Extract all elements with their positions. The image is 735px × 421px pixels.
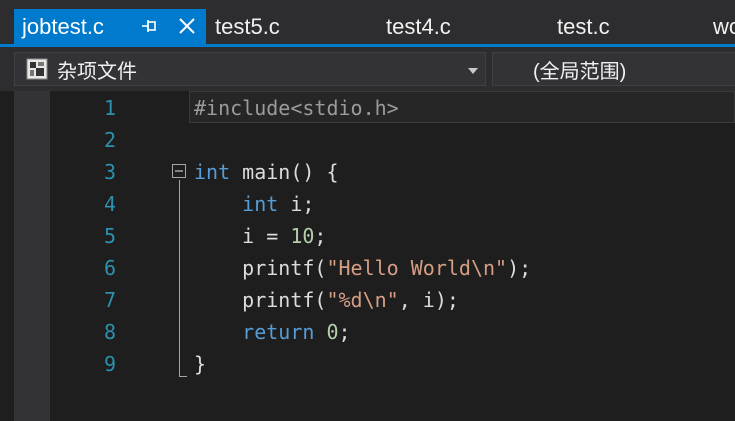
project-scope-dropdown[interactable]: 杂项文件 bbox=[14, 52, 486, 86]
code-text: i = 10; bbox=[194, 220, 326, 252]
code-token: int bbox=[194, 160, 231, 184]
code-line[interactable]: 6 printf("Hello World\n"); bbox=[0, 252, 735, 284]
code-token: printf( bbox=[194, 288, 327, 312]
code-token: i; bbox=[278, 192, 315, 216]
global-scope-label: (全局范围) bbox=[533, 60, 627, 83]
tab-strip: jobtest.c test5.c test4.c test.c wc bbox=[0, 0, 735, 44]
code-token: ; bbox=[338, 320, 351, 344]
code-line[interactable]: 1 #include<stdio.h> bbox=[0, 92, 735, 124]
code-token: 10 bbox=[290, 224, 315, 248]
code-token: #include<stdio.h> bbox=[194, 96, 399, 120]
tab-wc[interactable]: wc bbox=[713, 9, 735, 44]
code-line[interactable]: 5 i = 10; bbox=[0, 220, 735, 252]
code-token: ; bbox=[314, 224, 327, 248]
close-icon[interactable] bbox=[176, 15, 198, 37]
tab-label: test.c bbox=[557, 13, 610, 39]
line-number: 3 bbox=[103, 160, 116, 184]
code-line[interactable]: 7 printf("%d\n", i); bbox=[0, 284, 735, 316]
code-line[interactable]: 2 bbox=[0, 124, 735, 156]
code-editor[interactable]: 1 #include<stdio.h> 2 3 int main() {4 int i;… bbox=[0, 91, 735, 421]
member-scope-dropdown[interactable]: (全局范围) bbox=[492, 52, 735, 86]
pin-icon[interactable] bbox=[140, 17, 158, 35]
tab-jobtest[interactable]: jobtest.c bbox=[14, 9, 206, 44]
line-number: 4 bbox=[103, 192, 116, 216]
tab-test[interactable]: test.c bbox=[557, 9, 610, 44]
code-token: printf( bbox=[194, 256, 327, 280]
code-text: return 0; bbox=[194, 316, 351, 348]
line-number: 8 bbox=[103, 320, 116, 344]
code-text: printf("Hello World\n"); bbox=[194, 252, 531, 284]
tab-label: test5.c bbox=[215, 13, 280, 39]
code-line[interactable]: 3 int main() { bbox=[0, 156, 735, 188]
code-token: 0 bbox=[326, 320, 339, 344]
code-token: } bbox=[194, 352, 207, 376]
code-token: "%d\n" bbox=[326, 288, 399, 312]
code-token: return bbox=[242, 320, 315, 344]
code-token: "Hello World\n" bbox=[326, 256, 508, 280]
code-text: } bbox=[194, 348, 206, 380]
code-token: main() { bbox=[230, 160, 339, 184]
line-number: 1 bbox=[103, 96, 116, 120]
scope-label: 杂项文件 bbox=[57, 60, 137, 83]
tab-test5[interactable]: test5.c bbox=[215, 9, 280, 44]
tab-test4[interactable]: test4.c bbox=[386, 9, 451, 44]
line-number: 5 bbox=[103, 224, 116, 248]
line-number: 2 bbox=[103, 128, 116, 152]
code-text: int main() { bbox=[194, 156, 339, 188]
code-text: printf("%d\n", i); bbox=[194, 284, 459, 316]
code-token: , i); bbox=[398, 288, 459, 312]
chevron-down-icon[interactable] bbox=[467, 67, 479, 75]
line-number: 9 bbox=[103, 352, 116, 376]
code-token: ); bbox=[507, 256, 532, 280]
code-line[interactable]: 4 int i; bbox=[0, 188, 735, 220]
line-number: 6 bbox=[103, 256, 116, 280]
navigation-bar: 杂项文件 (全局范围) bbox=[0, 47, 735, 91]
code-line[interactable]: 9} bbox=[0, 348, 735, 380]
tab-label: wc bbox=[713, 13, 735, 39]
code-line[interactable]: 8 return 0; bbox=[0, 316, 735, 348]
code-token: int bbox=[242, 192, 279, 216]
line-number: 7 bbox=[103, 288, 116, 312]
code-text: #include<stdio.h> bbox=[194, 92, 399, 124]
misc-files-icon bbox=[26, 58, 48, 80]
code-text: int i; bbox=[194, 188, 314, 220]
tab-label: test4.c bbox=[386, 13, 451, 39]
tab-label: jobtest.c bbox=[22, 13, 104, 39]
code-token: i = bbox=[194, 224, 291, 248]
